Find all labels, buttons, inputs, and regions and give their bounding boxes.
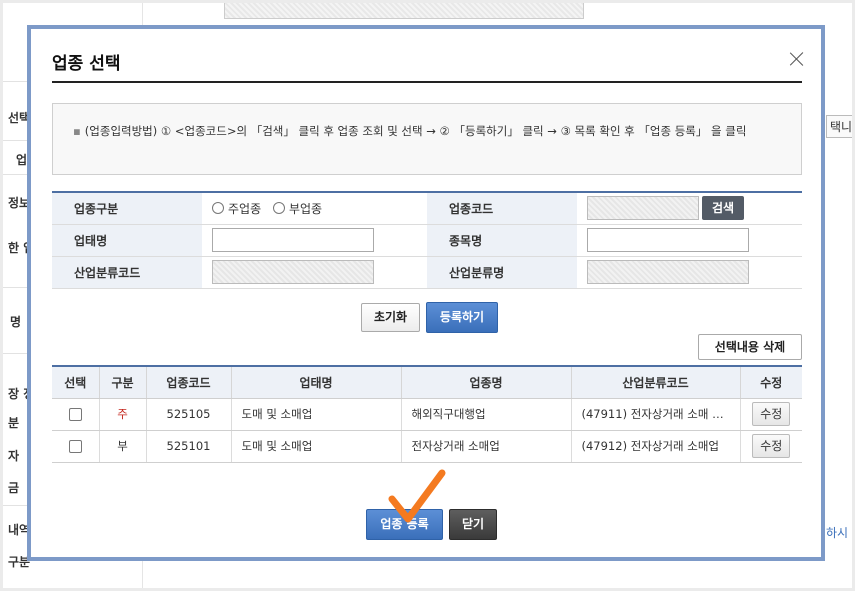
radio-icon[interactable] xyxy=(212,202,224,214)
code-cell: 검색 xyxy=(577,192,802,225)
row-industry: (47911) 전자상거래 소매 … xyxy=(571,398,741,431)
select-cell xyxy=(52,430,100,463)
bg-label-4: 명 xyxy=(10,315,22,329)
industry-code-label: 산업분류코드 xyxy=(52,256,202,289)
register-button[interactable]: 등록하기 xyxy=(426,302,498,333)
industry-name-input xyxy=(587,260,749,284)
business-input-form: 업종구분 주업종 부업종 업종코드 검색 업태명 종목명 산업분류코드 산업분류… xyxy=(52,191,802,289)
industry-code-input xyxy=(212,260,374,284)
radio-sub-type[interactable]: 부업종 xyxy=(272,200,323,217)
radio-main-label: 주업종 xyxy=(228,201,262,216)
close-button[interactable]: 닫기 xyxy=(449,509,497,540)
edit-cell: 수정 xyxy=(740,398,802,431)
row-item: 전자상거래 소매업 xyxy=(401,430,572,463)
bg-right-label-1[interactable]: 하시 xyxy=(826,524,848,541)
bg-label-1: 업 xyxy=(16,153,28,167)
row-industry: (47912) 전자상거래 소매업 xyxy=(571,430,741,463)
row-checkbox[interactable] xyxy=(68,408,82,421)
industry-code-cell xyxy=(202,256,427,289)
guide-text: (업종입력방법) ① <업종코드>의 「검색」 클릭 후 업종 조회 및 선택 … xyxy=(84,124,747,138)
background-field xyxy=(224,3,584,19)
modal-title: 업종 선택 xyxy=(52,54,121,74)
edit-cell: 수정 xyxy=(740,430,802,463)
table-row: 부 525101 도매 및 소매업 전자상거래 소매업 (47912) 전자상거… xyxy=(52,430,802,463)
item-name-input[interactable] xyxy=(587,228,749,252)
code-label: 업종코드 xyxy=(427,192,577,225)
reset-button[interactable]: 초기화 xyxy=(361,303,420,332)
col-edit: 수정 xyxy=(740,366,802,399)
business-type-modal: 업종 선택 ▪ (업종입력방법) ① <업종코드>의 「검색」 클릭 후 업종 조… xyxy=(27,25,825,561)
business-code-input xyxy=(587,196,699,221)
bullet-icon: ▪ xyxy=(73,124,81,138)
col-select: 선택 xyxy=(52,366,100,399)
item-label: 종목명 xyxy=(427,224,577,257)
type-label: 업종구분 xyxy=(52,192,202,225)
row-type: 부 xyxy=(99,430,147,463)
business-cell xyxy=(202,224,427,257)
delete-selected-button[interactable]: 선택내용 삭제 xyxy=(698,334,802,360)
radio-main-type[interactable]: 주업종 xyxy=(212,200,261,217)
col-type: 구분 xyxy=(99,366,147,399)
bg-label-8: 금 xyxy=(8,481,20,495)
row-item: 해외직구대행업 xyxy=(401,398,572,431)
item-cell xyxy=(577,224,802,257)
row-business: 도매 및 소매업 xyxy=(231,398,402,431)
close-icon[interactable] xyxy=(787,49,807,69)
business-label: 업태명 xyxy=(52,224,202,257)
col-industry: 산업분류코드 xyxy=(571,366,741,399)
bg-label-7: 자 xyxy=(8,449,20,463)
search-button[interactable]: 검색 xyxy=(702,196,745,221)
row-code: 525105 xyxy=(146,398,232,431)
bg-right-label-0[interactable]: 택니 xyxy=(826,115,852,138)
table-row: 주 525105 도매 및 소매업 해외직구대행업 (47911) 전자상거래 … xyxy=(52,398,802,431)
row-code: 525101 xyxy=(146,430,232,463)
title-divider xyxy=(52,81,802,83)
radio-icon[interactable] xyxy=(272,202,285,214)
industry-name-label: 산업분류명 xyxy=(427,256,577,289)
edit-button[interactable]: 수정 xyxy=(752,434,791,458)
bg-label-6: 분 xyxy=(8,416,20,430)
row-type: 주 xyxy=(99,398,147,431)
col-item: 업종명 xyxy=(401,366,572,399)
input-guide-box: ▪ (업종입력방법) ① <업종코드>의 「검색」 클릭 후 업종 조회 및 선택… xyxy=(52,103,802,175)
radio-sub-label: 부업종 xyxy=(288,201,323,216)
type-radio-group: 주업종 부업종 xyxy=(202,192,427,225)
select-cell xyxy=(52,398,100,431)
edit-button[interactable]: 수정 xyxy=(752,402,791,426)
table-header-row: 선택 구분 업종코드 업태명 업종명 산업분류코드 수정 xyxy=(52,366,802,399)
row-business: 도매 및 소매업 xyxy=(231,430,402,463)
industry-name-cell xyxy=(577,256,802,289)
col-business: 업태명 xyxy=(231,366,402,399)
row-checkbox[interactable] xyxy=(68,440,82,453)
business-name-input[interactable] xyxy=(212,228,374,252)
col-code: 업종코드 xyxy=(146,366,232,399)
business-list-table: 선택 구분 업종코드 업태명 업종명 산업분류코드 수정 주 525105 도매… xyxy=(52,365,802,463)
submit-business-button[interactable]: 업종 등록 xyxy=(366,509,443,540)
